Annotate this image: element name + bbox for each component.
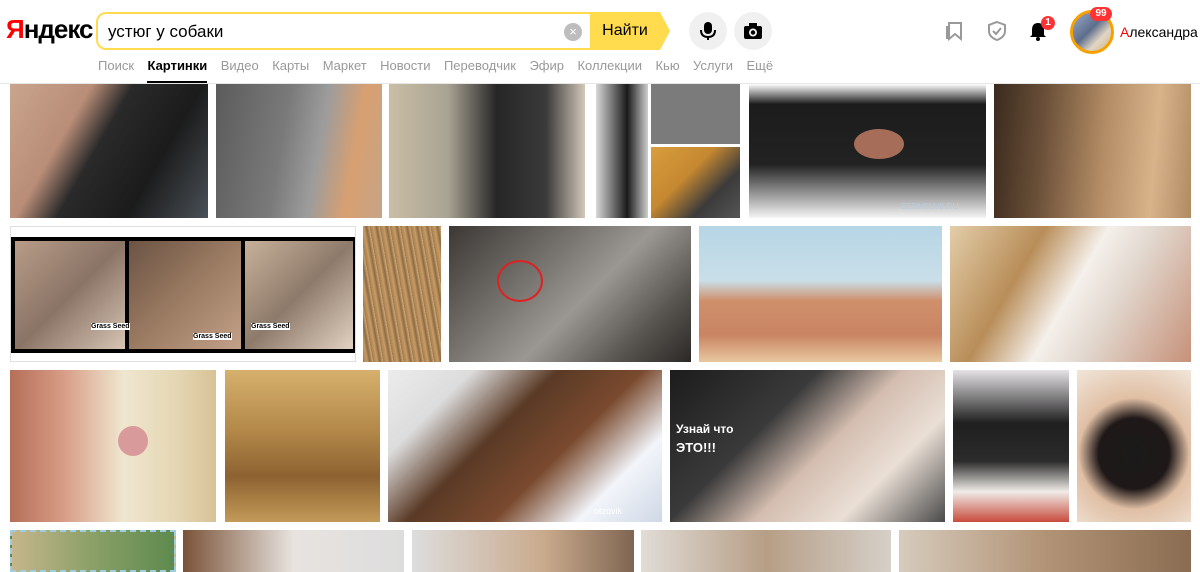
tab-search[interactable]: Поиск — [98, 59, 134, 83]
image-result[interactable] — [183, 530, 404, 572]
tab-translator[interactable]: Переводчик — [444, 59, 516, 83]
image-results-grid: BERNCLUB.RU Grass Seed Grass Seed Grass … — [0, 84, 1200, 572]
image-result[interactable] — [216, 84, 382, 218]
search-box: × — [96, 12, 596, 50]
tab-images[interactable]: Картинки — [147, 59, 208, 83]
image-caption: ЭТО!!! — [676, 440, 716, 455]
username-rest: лександра — [1129, 24, 1198, 40]
image-result[interactable] — [225, 370, 380, 522]
image-result[interactable] — [899, 530, 1191, 572]
image-result[interactable] — [953, 370, 1069, 522]
yandex-logo[interactable]: Яндекс — [6, 14, 93, 45]
tab-maps[interactable]: Карты — [272, 59, 309, 83]
tab-efir[interactable]: Эфир — [529, 59, 564, 83]
image-result[interactable]: Grass Seed Grass Seed Grass Seed — [10, 226, 356, 362]
find-button[interactable]: Найти — [590, 12, 660, 50]
image-caption: Grass Seed — [193, 333, 232, 340]
clear-search-button[interactable]: × — [564, 23, 582, 41]
tab-more[interactable]: Ещё — [746, 59, 773, 83]
watermark: otzovik — [594, 506, 623, 516]
shield-icon[interactable] — [986, 20, 1008, 42]
image-result[interactable] — [950, 226, 1191, 362]
camera-icon — [744, 23, 762, 39]
tab-collections[interactable]: Коллекции — [577, 59, 642, 83]
image-result[interactable] — [596, 84, 740, 218]
image-result[interactable] — [449, 226, 691, 362]
collections-icon[interactable] — [944, 20, 966, 42]
image-result[interactable] — [10, 370, 216, 522]
find-button-arrow — [660, 12, 670, 50]
tab-services[interactable]: Услуги — [693, 59, 733, 83]
image-caption: Grass Seed — [251, 323, 290, 330]
image-result[interactable] — [994, 84, 1191, 218]
voice-search-button[interactable] — [689, 12, 727, 50]
service-tabs: Поиск Картинки Видео Карты Маркет Новост… — [98, 57, 782, 83]
username-first-letter: А — [1120, 24, 1130, 40]
notification-badge: 1 — [1041, 16, 1055, 30]
image-result[interactable] — [389, 84, 585, 218]
image-result[interactable] — [699, 226, 942, 362]
watermark: BERNCLUB.RU — [901, 202, 959, 211]
username[interactable]: Александра — [1120, 24, 1198, 40]
mail-count-badge: 99 — [1090, 7, 1112, 21]
tab-market[interactable]: Маркет — [323, 59, 367, 83]
image-result[interactable] — [641, 530, 891, 572]
image-result[interactable]: BERNCLUB.RU — [749, 84, 986, 218]
image-result[interactable] — [363, 226, 441, 362]
image-search-button[interactable] — [734, 12, 772, 50]
search-bar: × Найти — [96, 12, 672, 50]
image-result[interactable] — [412, 530, 634, 572]
tab-news[interactable]: Новости — [380, 59, 430, 83]
search-input[interactable] — [108, 20, 548, 44]
header: Яндекс × Найти 1 99 — [0, 0, 1200, 84]
image-result[interactable]: Узнай что ЭТО!!! — [670, 370, 945, 522]
image-result[interactable] — [10, 530, 176, 572]
tab-q[interactable]: Кью — [655, 59, 679, 83]
logo-first-letter: Я — [6, 14, 25, 44]
image-caption: Узнай что — [676, 422, 734, 436]
tab-video[interactable]: Видео — [221, 59, 259, 83]
image-caption: Grass Seed — [91, 323, 130, 330]
image-result[interactable] — [10, 84, 208, 218]
image-result[interactable]: otzovik — [388, 370, 662, 522]
logo-rest: ндекс — [23, 14, 94, 44]
image-result[interactable] — [1077, 370, 1191, 522]
microphone-icon — [700, 22, 716, 40]
